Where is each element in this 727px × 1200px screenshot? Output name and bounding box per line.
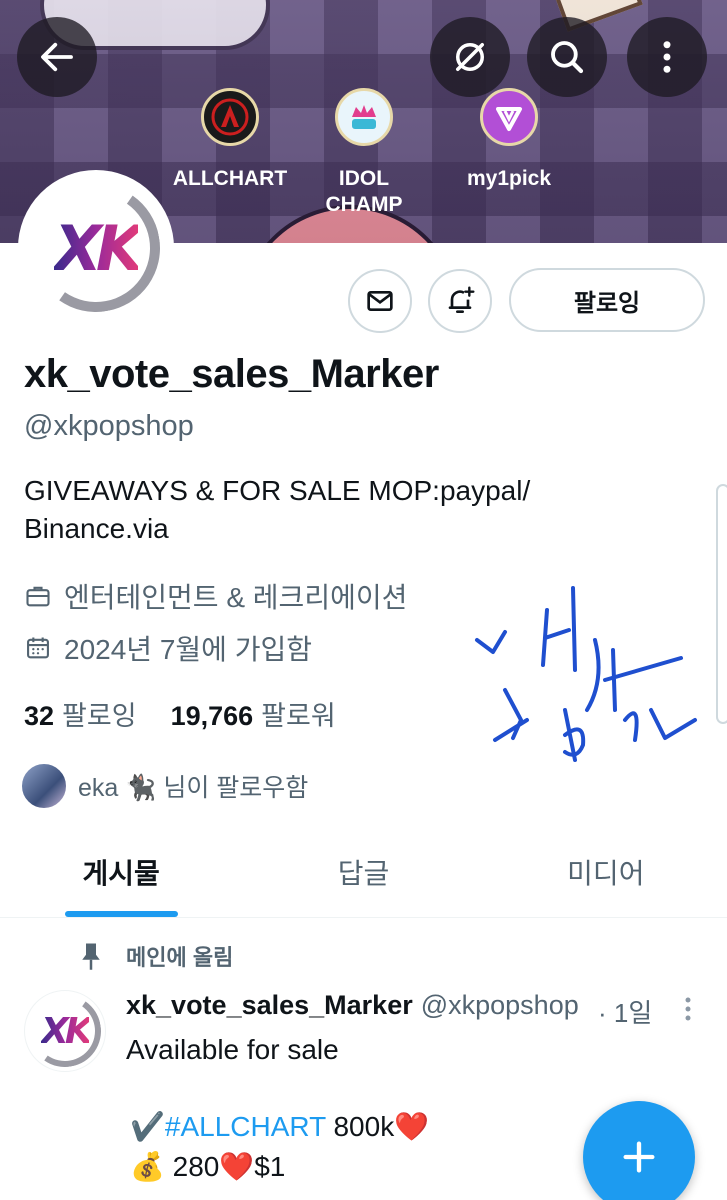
handwritten-signature xyxy=(475,586,697,762)
post-line-price: 💰 280❤️$1 xyxy=(130,1151,286,1182)
post-author-name[interactable]: xk_vote_sales_Marker xyxy=(126,990,413,1021)
hashtag-link[interactable]: #ALLCHART xyxy=(165,1111,326,1142)
following-count: 32 xyxy=(24,701,55,731)
checkmark-emoji: ✔️ xyxy=(130,1111,165,1142)
briefcase-icon xyxy=(26,586,50,607)
badge-label: my1pick xyxy=(466,167,552,190)
plus-icon xyxy=(623,1141,655,1173)
profile-category: 엔터테인먼트 & 레크리에이션 xyxy=(24,576,407,616)
back-button[interactable] xyxy=(17,17,97,97)
no-translate-icon xyxy=(456,43,484,71)
followed-by-row[interactable]: eka 🐈‍⬛ 님이 팔로우함 xyxy=(20,762,308,810)
following-stat[interactable]: 32 팔로잉 xyxy=(24,694,137,733)
post-text: Available for sale xyxy=(126,1034,339,1065)
message-button[interactable] xyxy=(348,269,412,333)
following-label: 팔로잉 xyxy=(62,701,137,731)
category-text: 엔터테인먼트 & 레크리에이션 xyxy=(64,582,408,613)
search-button[interactable] xyxy=(527,17,607,97)
user-handle: @xkpopshop xyxy=(24,410,194,442)
search-icon xyxy=(551,41,584,74)
profile-avatar[interactable]: XK xyxy=(18,170,174,326)
more-options-button[interactable] xyxy=(627,17,707,97)
badge-my1pick: my1pick xyxy=(449,88,569,192)
avatar-logo-swoosh xyxy=(25,991,105,1071)
post-line-allchart: ✔️#ALLCHART 800k❤️ xyxy=(130,1110,429,1143)
pinned-indicator: 메인에 올림 xyxy=(78,940,233,972)
pinned-label: 메인에 올림 xyxy=(126,945,234,970)
followers-count: 19,766 xyxy=(170,701,254,731)
scrollbar-thumb[interactable] xyxy=(716,484,727,724)
calendar-icon xyxy=(27,637,49,659)
tab-media[interactable]: 미디어 xyxy=(485,830,727,917)
pin-icon xyxy=(82,943,100,970)
badge-label: ALLCHART xyxy=(172,167,288,190)
display-name: xk_vote_sales_Marker xyxy=(24,352,439,396)
post-header: xk_vote_sales_Marker @xkpopshop xyxy=(126,990,581,1021)
post-more-icon[interactable] xyxy=(676,994,700,1024)
badge-label: IDOL CHAMP xyxy=(325,167,403,216)
post-line2-suffix: 800k❤️ xyxy=(325,1111,430,1142)
tab-replies[interactable]: 답글 xyxy=(242,830,484,917)
active-tab-indicator xyxy=(65,911,178,917)
post-author-avatar[interactable]: XK xyxy=(24,990,106,1072)
post-timestamp[interactable]: · 1일 xyxy=(598,993,652,1030)
badge-idol-champ: IDOL CHAMP xyxy=(311,88,417,218)
translate-button[interactable] xyxy=(430,17,510,97)
followers-stat[interactable]: 19,766 팔로워 xyxy=(171,694,336,733)
back-arrow-icon xyxy=(41,42,73,72)
joined-text: 2024년 7월에 가입함 xyxy=(64,634,312,665)
compose-button[interactable] xyxy=(583,1101,695,1200)
tab-posts[interactable]: 게시물 xyxy=(0,830,242,917)
allchart-logo-icon xyxy=(201,88,259,146)
profile-tabs: 게시물 답글 미디어 xyxy=(0,830,727,918)
my1pick-logo-icon xyxy=(480,88,538,146)
follow-stats: 32 팔로잉 19,766 팔로워 xyxy=(24,694,336,733)
following-button[interactable]: 팔로잉 xyxy=(509,268,705,332)
profile-bio: GIVEAWAYS & FOR SALE MOP:paypal/ Binance… xyxy=(24,475,531,544)
followed-by-text: eka 🐈‍⬛ 님이 팔로우함 xyxy=(78,774,309,802)
profile-joined: 2024년 7월에 가입함 xyxy=(24,628,312,668)
bell-plus-icon xyxy=(448,286,475,313)
envelope-icon xyxy=(367,291,393,311)
vertical-dots-icon xyxy=(663,41,671,73)
follower-avatar xyxy=(20,762,68,810)
badge-allchart: ALLCHART xyxy=(168,88,292,192)
notifications-button[interactable] xyxy=(428,269,492,333)
post-author-handle[interactable]: @xkpopshop xyxy=(421,990,581,1021)
idol-champ-logo-icon xyxy=(335,88,393,146)
avatar-logo-swoosh xyxy=(22,174,170,322)
followers-label: 팔로워 xyxy=(261,701,336,731)
